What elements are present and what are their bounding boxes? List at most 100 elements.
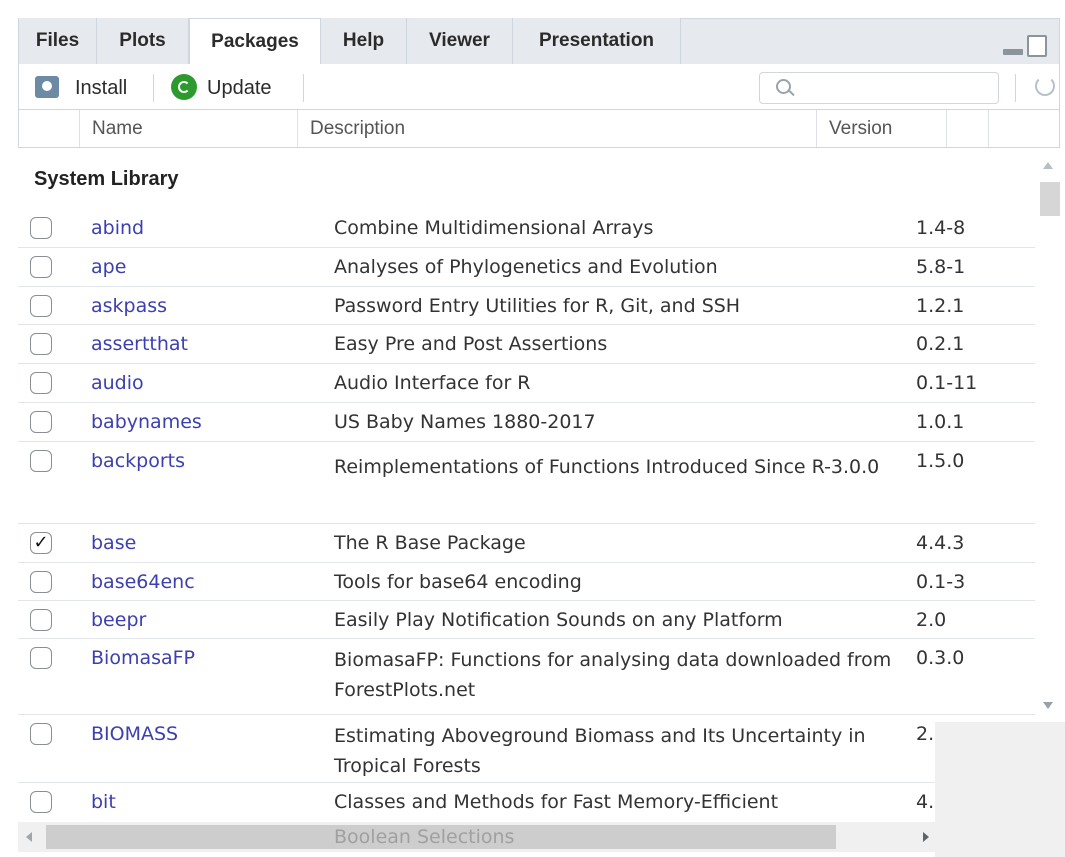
- table-row: beepr Easily Play Notification Sounds on…: [18, 601, 1035, 639]
- package-name-link[interactable]: bit: [91, 789, 116, 815]
- column-name[interactable]: Name: [80, 110, 298, 147]
- toolbar-divider: [303, 74, 304, 102]
- package-description: Classes and Methods for Fast Memory-Effi…: [334, 791, 779, 813]
- table-row: babynames US Baby Names 1880-2017 1.0.1: [18, 403, 1035, 442]
- table-row: base64enc Tools for base64 encoding 0.1-…: [18, 563, 1035, 601]
- package-name-link[interactable]: abind: [91, 215, 144, 241]
- package-name-link[interactable]: audio: [91, 370, 144, 396]
- search-icon: [776, 79, 791, 94]
- package-version: 4.4.3: [916, 532, 965, 554]
- package-checkbox[interactable]: [30, 217, 52, 239]
- package-column-header: Name Description Version: [18, 110, 1060, 148]
- package-version: 2.: [916, 723, 935, 745]
- search-input[interactable]: [800, 75, 994, 103]
- tab-help[interactable]: Help: [321, 18, 407, 65]
- table-row: abind Combine Multidimensional Arrays 1.…: [18, 209, 1035, 248]
- package-name-link[interactable]: base64enc: [91, 569, 195, 595]
- package-checkbox[interactable]: [30, 647, 52, 669]
- tab-files[interactable]: Files: [19, 18, 97, 65]
- table-row: ✓ base The R Base Package 4.4.3: [18, 524, 1035, 563]
- package-version: 0.2.1: [916, 333, 965, 355]
- install-icon: [35, 76, 59, 98]
- table-row: ape Analyses of Phylogenetics and Evolut…: [18, 248, 1035, 287]
- tab-presentation[interactable]: Presentation: [513, 18, 681, 65]
- package-checkbox[interactable]: [30, 609, 52, 631]
- package-version: 1.0.1: [916, 411, 965, 433]
- column-version[interactable]: Version: [817, 110, 947, 147]
- package-name-link[interactable]: assertthat: [91, 331, 188, 357]
- package-name-link[interactable]: ape: [91, 254, 126, 280]
- scroll-right-arrow-icon[interactable]: [923, 832, 929, 842]
- toolbar-divider: [1015, 74, 1016, 102]
- refresh-icon[interactable]: [1035, 76, 1055, 96]
- update-button[interactable]: Update: [171, 74, 291, 102]
- update-label: Update: [207, 77, 272, 99]
- package-checkbox[interactable]: [30, 791, 52, 813]
- package-checkbox[interactable]: [30, 411, 52, 433]
- package-search-box[interactable]: [759, 72, 999, 104]
- package-checkbox[interactable]: [30, 723, 52, 745]
- package-description: Combine Multidimensional Arrays: [334, 217, 654, 239]
- install-label: Install: [75, 77, 128, 99]
- maximize-icon[interactable]: [1027, 35, 1047, 57]
- package-name-link[interactable]: askpass: [91, 293, 167, 319]
- package-version: 1.4-8: [916, 217, 966, 239]
- package-description: Estimating Aboveground Biomass and Its U…: [334, 725, 866, 777]
- package-description: Audio Interface for R: [334, 372, 531, 394]
- package-checkbox[interactable]: [30, 571, 52, 593]
- package-checkbox[interactable]: [30, 372, 52, 394]
- scroll-left-arrow-icon[interactable]: [26, 832, 32, 842]
- package-version: 0.1-11: [916, 372, 978, 394]
- package-description: US Baby Names 1880-2017: [334, 411, 596, 433]
- package-description: Tools for base64 encoding: [334, 571, 582, 593]
- package-version: 1.5.0: [916, 450, 965, 472]
- package-table: System Library abind Combine Multidimens…: [18, 148, 1035, 820]
- overflow-description-text: Boolean Selections: [334, 826, 515, 848]
- tab-plots[interactable]: Plots: [97, 18, 189, 65]
- table-row: askpass Password Entry Utilities for R, …: [18, 287, 1035, 325]
- vertical-scrollbar[interactable]: [1035, 148, 1060, 720]
- package-description: Password Entry Utilities for R, Git, and…: [334, 295, 741, 317]
- toolbar-divider: [153, 74, 154, 102]
- install-button[interactable]: Install: [35, 74, 135, 102]
- table-row: audio Audio Interface for R 0.1-11: [18, 364, 1035, 403]
- packages-toolbar: Install Update: [18, 64, 1060, 110]
- package-description: The R Base Package: [334, 532, 526, 554]
- section-title: System Library: [34, 168, 179, 190]
- package-version: 2.0: [916, 609, 947, 631]
- window-controls: [1003, 35, 1049, 57]
- column-description[interactable]: Description: [298, 110, 817, 147]
- tab-viewer[interactable]: Viewer: [407, 18, 513, 65]
- package-version: 1.2.1: [916, 295, 965, 317]
- package-version: 5.8-1: [916, 256, 966, 278]
- package-checkbox[interactable]: ✓: [30, 532, 52, 554]
- scroll-down-arrow-icon[interactable]: [1043, 702, 1053, 709]
- package-name-link[interactable]: backports: [91, 448, 185, 474]
- package-description: BiomasaFP: Functions for analysing data …: [334, 649, 892, 701]
- package-name-link[interactable]: babynames: [91, 409, 202, 435]
- package-checkbox[interactable]: [30, 295, 52, 317]
- package-name-link[interactable]: base: [91, 530, 136, 556]
- table-row: BiomasaFP BiomasaFP: Functions for analy…: [18, 639, 1035, 715]
- minimize-icon[interactable]: [1003, 49, 1023, 55]
- package-name-link[interactable]: beepr: [91, 607, 146, 633]
- scroll-up-arrow-icon[interactable]: [1043, 162, 1053, 169]
- table-row: bit Classes and Methods for Fast Memory-…: [18, 783, 1035, 820]
- package-version: 0.1-3: [916, 571, 966, 593]
- package-version: 0.3.0: [916, 647, 965, 669]
- vertical-scroll-thumb[interactable]: [1040, 182, 1060, 216]
- table-row: BIOMASS Estimating Aboveground Biomass a…: [18, 715, 1035, 783]
- pane-tab-bar: Files Plots Packages Help Viewer Present…: [18, 18, 1060, 65]
- package-name-link[interactable]: BIOMASS: [91, 721, 178, 747]
- package-checkbox[interactable]: [30, 256, 52, 278]
- column-extra: [947, 110, 989, 147]
- package-name-link[interactable]: BiomasaFP: [91, 645, 195, 671]
- tab-packages[interactable]: Packages: [189, 18, 321, 65]
- table-row: backports Reimplementations of Functions…: [18, 442, 1035, 524]
- package-description: Analyses of Phylogenetics and Evolution: [334, 256, 718, 278]
- package-checkbox[interactable]: [30, 333, 52, 355]
- package-version: 4.: [916, 791, 935, 813]
- package-checkbox[interactable]: [30, 450, 52, 472]
- scrollbar-corner: [935, 722, 1065, 857]
- update-icon: [171, 74, 197, 100]
